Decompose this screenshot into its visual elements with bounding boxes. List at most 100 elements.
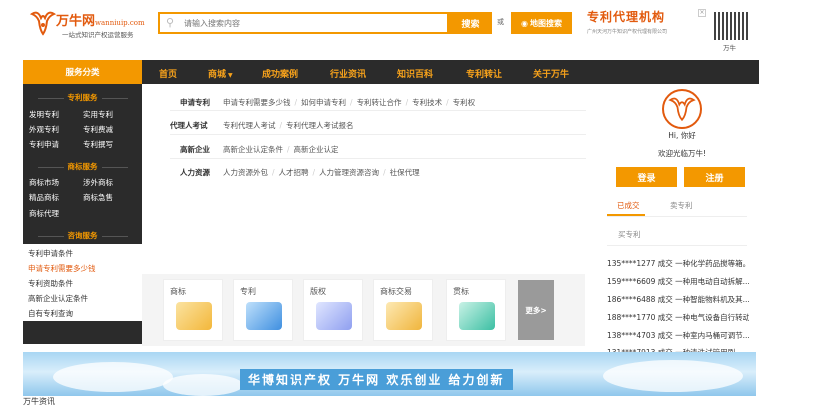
more-button[interactable]: 更多> <box>518 280 554 340</box>
row-heading: 代理人考试 <box>170 121 208 130</box>
row-links: 人力资源外包 / 人才招聘 / 人力管理资源咨询 / 社保代理 <box>223 168 420 177</box>
tile-trademark[interactable]: 商标 <box>163 279 223 341</box>
nav-item-mall[interactable]: 商城 ▼ <box>208 67 233 80</box>
search-icon: ⚲ <box>166 16 175 29</box>
sidebar-item[interactable]: 专利费减 <box>83 124 113 135</box>
sidebar-item-active[interactable]: 申请专利需要多少钱 <box>28 263 96 274</box>
copyright-icon <box>316 302 352 330</box>
avatar <box>662 89 702 129</box>
nav-category[interactable]: 服务分类 <box>23 60 142 84</box>
deal-item[interactable]: 186****6488 成交 一种智能物料机及其... <box>607 294 749 305</box>
sidebar-item[interactable]: 商标急售 <box>83 192 113 203</box>
row-heading: 申请专利 <box>180 98 210 107</box>
tile-label: 专利 <box>240 287 256 296</box>
nav-item-transfer[interactable]: 专利转让 <box>466 67 502 80</box>
tile-standard[interactable]: 贯标 <box>446 279 506 341</box>
deal-item[interactable]: 188****1770 成交 一种电气设备自行转动... <box>607 312 749 323</box>
topic-link[interactable]: 申请专利需要多少钱 <box>223 98 291 107</box>
topic-link[interactable]: 如何申请专利 <box>301 98 346 107</box>
deal-item[interactable]: 138****4703 成交 一种室内马桶可调节... <box>607 330 749 341</box>
agency-title: 专利代理机构 <box>587 10 666 24</box>
greeting: Hi, 你好 <box>668 131 696 140</box>
row-links: 专利代理人考试 / 专利代理人考试报名 <box>223 121 354 130</box>
deal-item[interactable]: 159****6609 成交 一种用电动自动拆解... <box>607 276 749 287</box>
tab-divider <box>607 216 747 217</box>
topic-link[interactable]: 专利权 <box>453 98 476 107</box>
tile-label: 版权 <box>310 287 326 296</box>
map-search-button[interactable]: ◉ 地图搜索 <box>511 12 572 34</box>
topic-link[interactable]: 专利转让合作 <box>357 98 402 107</box>
row-links: 申请专利需要多少钱 / 如何申请专利 / 专利转让合作 / 专利技术 / 专利权 <box>223 98 476 107</box>
row-heading: 高新企业 <box>180 145 210 154</box>
bull-logo-icon <box>29 11 57 36</box>
cloud-decoration <box>163 374 243 396</box>
qr-code <box>714 12 750 40</box>
trade-icon <box>386 302 422 330</box>
site-logo[interactable]: 万牛网wanniuip.com 一站式知识产权运营服务 <box>28 8 163 42</box>
nav-item-wiki[interactable]: 知识百科 <box>397 67 433 80</box>
search-button[interactable]: 搜索 <box>449 12 492 34</box>
cloud-decoration <box>53 362 173 392</box>
sidebar-item[interactable]: 高新企业认定条件 <box>28 293 88 304</box>
topic-link[interactable]: 专利技术 <box>412 98 442 107</box>
sidebar-item[interactable]: 实用专利 <box>83 109 113 120</box>
row-divider <box>170 134 586 135</box>
brand-slogan: 一站式知识产权运营服务 <box>62 31 134 39</box>
topic-link[interactable]: 社保代理 <box>390 168 420 177</box>
topic-link[interactable]: 专利代理人考试 <box>223 121 276 130</box>
deal-item[interactable]: 135****1277 成交 一种化学药品搅等箱。 <box>607 258 749 269</box>
sidebar-item[interactable]: 专利申请条件 <box>28 248 73 259</box>
tile-patent[interactable]: 专利 <box>233 279 293 341</box>
tab-sold[interactable]: 已成交 <box>617 200 640 211</box>
sidebar-header-trademark: 商标服务 <box>23 161 142 172</box>
sidebar-item[interactable]: 专利撰写 <box>83 139 113 150</box>
bull-logo-icon <box>668 97 696 122</box>
topic-link[interactable]: 人力管理资源咨询 <box>319 168 379 177</box>
tile-trademark-trade[interactable]: 商标交易 <box>373 279 433 341</box>
sidebar-item[interactable]: 专利资助条件 <box>28 278 73 289</box>
nav-item-cases[interactable]: 成功案例 <box>262 67 298 80</box>
tile-label: 商标 <box>170 287 186 296</box>
nav-item-news[interactable]: 行业资讯 <box>330 67 366 80</box>
search-input[interactable] <box>184 18 447 28</box>
topic-link[interactable]: 人才招聘 <box>279 168 309 177</box>
sidebar-item[interactable]: 涉外商标 <box>83 177 113 188</box>
tab-buy[interactable]: 买专利 <box>618 229 641 240</box>
nav-item-about[interactable]: 关于万牛 <box>533 67 569 80</box>
or-text: 或 <box>497 18 504 26</box>
sidebar-footer <box>23 321 142 344</box>
tab-divider <box>607 245 747 246</box>
login-button[interactable]: 登录 <box>616 167 677 187</box>
sidebar-item[interactable]: 外观专利 <box>29 124 59 135</box>
qr-label: 万牛 <box>723 44 736 52</box>
tile-copyright[interactable]: 版权 <box>303 279 363 341</box>
sidebar-item[interactable]: 发明专利 <box>29 109 59 120</box>
register-button[interactable]: 注册 <box>684 167 745 187</box>
agency-subtitle: 广州天河万牛知识产权代理有限公司 <box>587 29 668 35</box>
welcome-text: 欢迎光临万牛! <box>657 149 706 158</box>
topic-link[interactable]: 专利代理人考试报名 <box>286 121 354 130</box>
banner-slogan: 华博知识产权 万牛网 欢乐创业 给力创新 <box>240 369 513 390</box>
tile-label: 贯标 <box>453 287 469 296</box>
patent-icon <box>246 302 282 330</box>
topic-link[interactable]: 高新企业认定条件 <box>223 145 283 154</box>
nav-item-home[interactable]: 首页 <box>159 67 177 80</box>
chevron-down-icon: ▼ <box>228 72 233 79</box>
sidebar-item[interactable]: 自有专利查询 <box>28 308 73 319</box>
row-divider <box>170 158 586 159</box>
brand-name: 万牛网wanniuip.com <box>56 14 145 29</box>
topic-link[interactable]: 高新企业认定 <box>294 145 339 154</box>
map-pin-icon: ◉ <box>521 18 528 28</box>
search-box[interactable]: ⚲ <box>158 12 449 34</box>
sidebar-item[interactable]: 商标代理 <box>29 208 59 219</box>
row-links: 高新企业认定条件 / 高新企业认定 <box>223 145 339 154</box>
cloud-decoration <box>603 360 743 392</box>
sidebar-item[interactable]: 商标市场 <box>29 177 59 188</box>
topic-link[interactable]: 人力资源外包 <box>223 168 268 177</box>
sidebar-item[interactable]: 专利申请 <box>29 139 59 150</box>
tab-sell[interactable]: 卖专利 <box>670 200 693 211</box>
sidebar-item[interactable]: 精品商标 <box>29 192 59 203</box>
map-search-label: 地图搜索 <box>529 18 562 28</box>
agency-ad[interactable]: 专利代理机构 广州天河万牛知识产权代理有限公司 <box>587 8 687 35</box>
close-icon[interactable]: × <box>698 9 706 17</box>
